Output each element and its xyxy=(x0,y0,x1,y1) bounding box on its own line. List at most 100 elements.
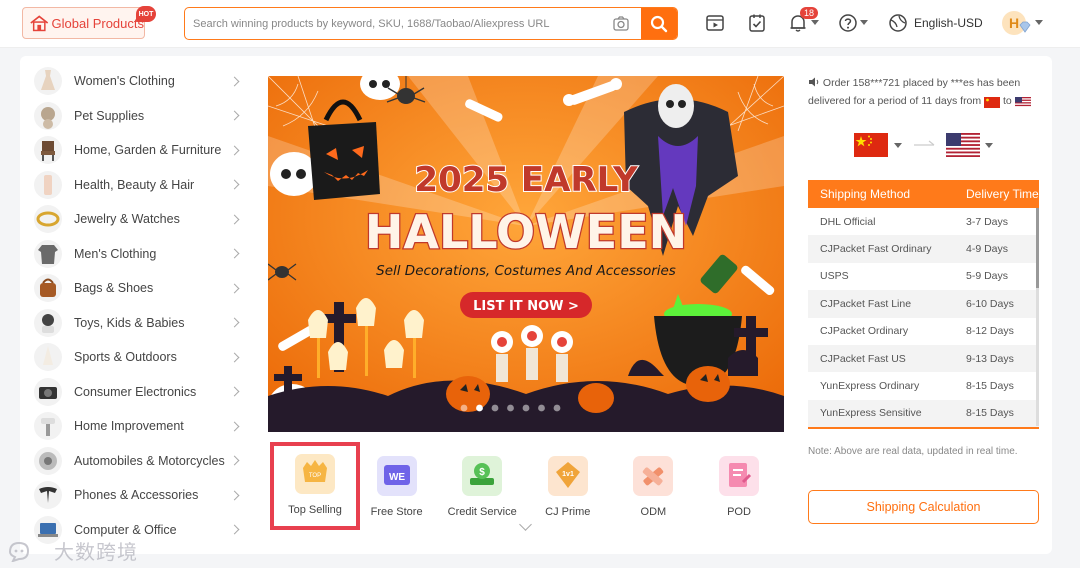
delivery-time-cell: 3-7 Days xyxy=(966,215,1009,228)
banner-dot[interactable] xyxy=(476,404,483,412)
shipping-method-cell: YunExpress Sensitive xyxy=(820,407,922,420)
promo-banner[interactable]: 2025 EARLY HALLOWEEN Sell Decorations, C… xyxy=(268,76,784,432)
category-item[interactable]: Phones & Accessories xyxy=(34,480,250,510)
globe-icon[interactable] xyxy=(888,13,908,33)
quick-link-free-store[interactable]: WE Free Store xyxy=(354,446,440,532)
category-item[interactable]: Automobiles & Motorcycles xyxy=(34,446,250,476)
help-icon[interactable] xyxy=(838,13,858,33)
category-item[interactable]: Home, Garden & Furniture xyxy=(34,135,250,165)
delivery-time-cell: 9-13 Days xyxy=(966,352,1014,365)
pod-icon xyxy=(719,456,759,496)
category-item[interactable]: Consumer Electronics xyxy=(34,377,250,407)
chevron-right-icon xyxy=(229,421,240,431)
delivery-time-cell: 8-12 Days xyxy=(966,325,1014,338)
order-ticker: Order 158***721 placed by ***es has been… xyxy=(808,74,1040,110)
language-currency-selector[interactable]: English-USD xyxy=(914,16,983,30)
task-checklist-icon[interactable] xyxy=(747,13,767,33)
pet-icon xyxy=(34,101,62,130)
category-item[interactable]: Jewelry & Watches xyxy=(34,204,250,234)
watermark-logo-icon xyxy=(8,541,30,562)
banner-title: HALLOWEEN xyxy=(365,205,687,259)
usa-flag-icon xyxy=(1014,96,1031,108)
category-label: Phones & Accessories xyxy=(74,488,199,502)
shipping-method-cell: YunExpress Ordinary xyxy=(820,380,920,393)
category-label: Home, Garden & Furniture xyxy=(74,143,222,157)
category-item[interactable]: Women's Clothing xyxy=(34,66,250,96)
chevron-right-icon xyxy=(229,214,240,224)
banner-dot[interactable] xyxy=(491,404,499,412)
quick-link-top-selling[interactable]: TOP Top Selling xyxy=(270,442,360,530)
watermark-text: 大数跨境 xyxy=(54,540,138,564)
quick-link-credit-service[interactable]: $ Credit Service xyxy=(439,446,525,532)
destination-usa-flag-icon[interactable] xyxy=(946,133,980,157)
notification-dropdown-caret[interactable] xyxy=(811,20,819,25)
toy-icon xyxy=(34,308,62,337)
help-dropdown-caret[interactable] xyxy=(860,20,868,25)
svg-text:WE: WE xyxy=(389,472,405,483)
quick-link-pod[interactable]: POD xyxy=(696,446,782,532)
banner-dot[interactable] xyxy=(522,404,530,412)
shipping-method-cell: CJPacket Ordinary xyxy=(820,325,909,338)
origin-dropdown-caret[interactable] xyxy=(894,143,902,148)
banner-subtitle: Sell Decorations, Costumes And Accessori… xyxy=(376,263,676,279)
china-flag-icon xyxy=(984,96,1001,108)
category-sidebar: Women's Clothing Pet Supplies Home, Garden… xyxy=(20,56,256,554)
shipping-table-scrollbar[interactable] xyxy=(1036,208,1039,426)
quick-link-cj-prime[interactable]: 1v1 CJ Prime xyxy=(525,446,611,532)
category-label: Automobiles & Motorcycles xyxy=(74,453,225,468)
shipping-route-selector xyxy=(854,131,1044,159)
video-icon[interactable] xyxy=(705,13,725,33)
category-label: Home Improvement xyxy=(74,419,184,433)
category-item[interactable]: Men's Clothing xyxy=(34,239,250,269)
image-search-icon[interactable] xyxy=(613,16,629,31)
search-input[interactable] xyxy=(185,8,605,39)
banner-dot[interactable] xyxy=(460,404,468,412)
shipping-data-note: Note: Above are real data, updated in re… xyxy=(808,446,1018,457)
chevron-right-icon xyxy=(229,110,240,121)
global-products-button[interactable]: Global Products xyxy=(22,7,145,39)
chevron-right-icon xyxy=(229,283,240,293)
delivery-time-cell: 4-9 Days xyxy=(966,243,1009,256)
category-item[interactable]: Home Improvement xyxy=(34,411,250,441)
chevron-right-icon xyxy=(229,524,240,535)
camera-icon xyxy=(34,377,62,406)
svg-text:TOP: TOP xyxy=(309,473,321,479)
table-row: CJPacket Fast US 9-13 Days xyxy=(808,344,1039,373)
category-item[interactable]: Pet Supplies xyxy=(34,101,250,131)
banner-dot[interactable] xyxy=(553,404,561,412)
category-label: Women's Clothing xyxy=(74,74,175,88)
shipping-method-cell: CJPacket Fast Ordinary xyxy=(820,243,932,256)
category-item[interactable]: Health, Beauty & Hair xyxy=(34,170,250,200)
search-button[interactable] xyxy=(641,8,677,39)
shipping-methods-table: Shipping Method Delivery Time DHL Offici… xyxy=(808,180,1039,429)
home-icon xyxy=(30,15,49,32)
credit-service-icon: $ xyxy=(462,456,503,496)
quick-link-label: Credit Service xyxy=(447,506,517,518)
category-item[interactable]: Bags & Shoes xyxy=(34,273,250,303)
chair-icon xyxy=(34,136,62,164)
top-selling-icon: TOP xyxy=(295,454,335,494)
account-dropdown-caret[interactable] xyxy=(1035,20,1043,25)
search-bar xyxy=(184,7,678,40)
quick-link-odm[interactable]: ODM xyxy=(610,446,696,532)
car-icon xyxy=(34,446,62,475)
shipping-method-cell: DHL Official xyxy=(820,215,876,228)
category-label: Computer & Office xyxy=(74,522,177,537)
notification-count-badge: 18 xyxy=(800,7,818,19)
quick-link-label: Free Store xyxy=(370,506,423,518)
svg-text:1v1: 1v1 xyxy=(562,471,574,478)
category-label: Consumer Electronics xyxy=(74,384,197,399)
banner-dot[interactable] xyxy=(538,404,545,412)
category-item[interactable]: Toys, Kids & Babies xyxy=(34,308,250,338)
banner-dot[interactable] xyxy=(507,404,514,412)
chevron-right-icon xyxy=(229,490,240,500)
shipping-table-header: Shipping Method Delivery Time xyxy=(808,180,1039,208)
order-ticker-to: to xyxy=(1003,95,1012,107)
destination-dropdown-caret[interactable] xyxy=(985,143,993,148)
shipping-calculation-button[interactable]: Shipping Calculation xyxy=(808,490,1039,524)
origin-china-flag-icon[interactable] xyxy=(854,133,888,157)
shipping-method-cell: CJPacket Fast US xyxy=(820,352,906,365)
svg-text:$: $ xyxy=(479,467,485,478)
category-item[interactable]: Sports & Outdoors xyxy=(34,342,250,372)
shipping-method-cell: CJPacket Fast Line xyxy=(820,297,912,310)
